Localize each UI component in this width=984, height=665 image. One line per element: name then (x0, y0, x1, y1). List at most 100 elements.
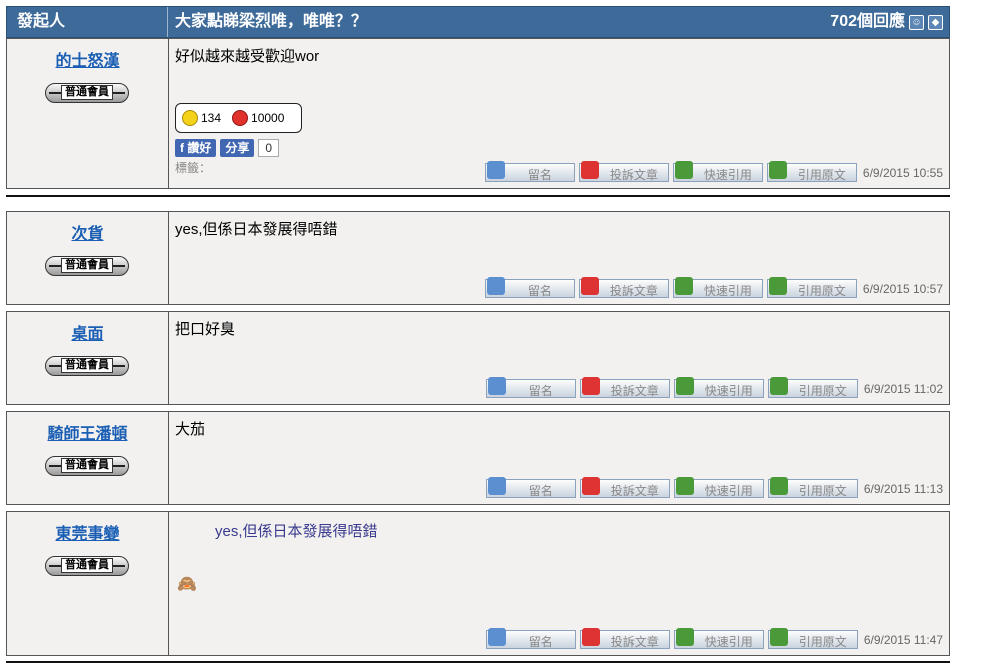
report-icon (580, 161, 599, 179)
thumbs-down-icon[interactable] (232, 110, 249, 126)
thread-title: 大家點睇梁烈唯，唯唯？？ (175, 13, 368, 30)
quoted-text: yes,但係日本發展得唔錯 (215, 523, 378, 540)
users-icon[interactable]: ☺ (909, 14, 924, 30)
fb-like-button[interactable]: f 讚好 (175, 139, 217, 157)
fb-share-button[interactable]: 分享 (220, 139, 255, 157)
report-button[interactable]: 投訴文章 (579, 377, 670, 398)
quote-icon (769, 377, 788, 395)
post-row: 次貨 普通會員 yes,但係日本發展得唔錯 留名 投訴文章 快速引用 引用原文 … (6, 211, 950, 305)
tag-icon (487, 628, 506, 646)
report-button[interactable]: 投訴文章 (579, 628, 670, 649)
rating-down-count: 10000 (251, 111, 285, 125)
leave-name-button[interactable]: 留名 (485, 477, 576, 498)
reply-count: 702個回應 (830, 13, 905, 30)
member-badge-label: 普通會員 (61, 258, 113, 273)
post-timestamp: 6/9/2015 11:13 (863, 481, 943, 496)
quick-quote-icon (674, 277, 693, 295)
author-name[interactable]: 東莞事變 (7, 520, 168, 544)
post-actions: 留名 投訴文章 快速引用 引用原文 6/9/2015 11:02 (485, 377, 943, 398)
rating-box: 134 10000 (175, 103, 302, 133)
post-content: 把口好臭 (175, 321, 236, 338)
tag-icon[interactable]: ◆ (928, 14, 943, 30)
member-badge-label: 普通會員 (61, 458, 113, 473)
divider (6, 661, 950, 663)
author-cell: 桌面 普通會員 (7, 312, 169, 404)
post-actions: 留名 投訴文章 快速引用 引用原文 6/9/2015 11:13 (485, 477, 943, 498)
tag-icon (486, 277, 505, 295)
quote-button[interactable]: 引用原文 (767, 377, 858, 398)
tag-icon (487, 377, 506, 395)
post-row: 東莞事變 普通會員 yes,但係日本發展得唔錯 🙈 留名 投訴文章 快速引用 引… (6, 511, 950, 656)
member-badge: 普通會員 (45, 83, 129, 103)
rating-up-count: 134 (201, 111, 222, 125)
quick-quote-button[interactable]: 快速引用 (673, 477, 764, 498)
author-cell: 次貨 普通會員 (7, 212, 169, 304)
facebook-bar: f 讚好 分享 0 (175, 139, 280, 157)
leave-name-button[interactable]: 留名 (485, 628, 576, 649)
author-name[interactable]: 桌面 (7, 320, 168, 344)
report-button[interactable]: 投訴文章 (578, 277, 669, 298)
member-badge-label: 普通會員 (61, 85, 113, 100)
post-timestamp: 6/9/2015 11:47 (863, 632, 943, 647)
tags-label: 標籤： (175, 161, 212, 175)
tag-icon (487, 477, 506, 495)
quote-button[interactable]: 引用原文 (767, 477, 858, 498)
quick-quote-button[interactable]: 快速引用 (672, 161, 763, 182)
author-cell: 東莞事變 普通會員 (7, 512, 169, 655)
report-button[interactable]: 投訴文章 (579, 477, 670, 498)
thread-header: 發起人 大家點睇梁烈唯，唯唯？？ 702個回應 ☺ ◆ (6, 6, 950, 38)
author-cell: 的士怒漢 普通會員 (7, 39, 169, 188)
quick-quote-button[interactable]: 快速引用 (673, 628, 764, 649)
quick-quote-icon (674, 161, 693, 179)
member-badge-label: 普通會員 (61, 358, 113, 373)
quick-quote-button[interactable]: 快速引用 (673, 377, 764, 398)
author-cell: 騎師王潘頓 普通會員 (7, 412, 169, 504)
quote-button[interactable]: 引用原文 (766, 277, 857, 298)
post-timestamp: 6/9/2015 11:02 (863, 381, 943, 396)
author-name[interactable]: 次貨 (7, 220, 168, 244)
post-timestamp: 6/9/2015 10:57 (862, 281, 943, 296)
thumbs-up-icon[interactable] (182, 110, 198, 126)
member-badge-label: 普通會員 (61, 558, 113, 573)
quick-quote-icon (675, 628, 694, 646)
member-badge: 普通會員 (45, 256, 129, 276)
post-timestamp: 6/9/2015 10:55 (862, 165, 943, 180)
fb-share-count: 0 (258, 139, 280, 157)
member-badge: 普通會員 (45, 356, 129, 376)
leave-name-button[interactable]: 留名 (484, 277, 575, 298)
member-badge: 普通會員 (45, 556, 129, 576)
post-row: 桌面 普通會員 把口好臭 留名 投訴文章 快速引用 引用原文 6/9/2015 … (6, 311, 950, 405)
post-actions: 留名 投訴文章 快速引用 引用原文 6/9/2015 11:47 (485, 628, 943, 649)
author-name[interactable]: 騎師王潘頓 (7, 420, 168, 444)
post-row: 騎師王潘頓 普通會員 大茄 留名 投訴文章 快速引用 引用原文 6/9/2015… (6, 411, 950, 505)
quote-icon (768, 277, 787, 295)
post-actions: 留名 投訴文章 快速引用 引用原文 6/9/2015 10:57 (484, 277, 943, 298)
quick-quote-icon (675, 477, 694, 495)
shy-face-emoji-icon: 🙈 (177, 576, 197, 593)
report-button[interactable]: 投訴文章 (578, 161, 669, 182)
post-content: 好似越來越受歡迎wor (175, 48, 320, 65)
author-name[interactable]: 的士怒漢 (7, 47, 168, 71)
quote-button[interactable]: 引用原文 (767, 628, 858, 649)
leave-name-button[interactable]: 留名 (484, 161, 575, 182)
quote-icon (769, 477, 788, 495)
post-content: yes,但係日本發展得唔錯 (175, 221, 338, 238)
quote-button[interactable]: 引用原文 (766, 161, 857, 182)
report-icon (581, 377, 600, 395)
report-icon (581, 477, 600, 495)
quick-quote-button[interactable]: 快速引用 (672, 277, 763, 298)
quick-quote-icon (675, 377, 694, 395)
divider (6, 195, 950, 197)
report-icon (580, 277, 599, 295)
post-row: 的士怒漢 普通會員 好似越來越受歡迎wor 134 10000 f 讚好 分享 … (6, 38, 950, 189)
reply-count-area: 702個回應 ☺ ◆ (830, 7, 943, 37)
quote-icon (768, 161, 787, 179)
quote-icon (769, 628, 788, 646)
report-icon (581, 628, 600, 646)
post-content: 大茄 (175, 421, 206, 438)
tag-icon (486, 161, 505, 179)
post-actions: 留名 投訴文章 快速引用 引用原文 6/9/2015 10:55 (484, 161, 943, 182)
leave-name-button[interactable]: 留名 (485, 377, 576, 398)
member-badge: 普通會員 (45, 456, 129, 476)
author-column-header: 發起人 (7, 7, 168, 37)
